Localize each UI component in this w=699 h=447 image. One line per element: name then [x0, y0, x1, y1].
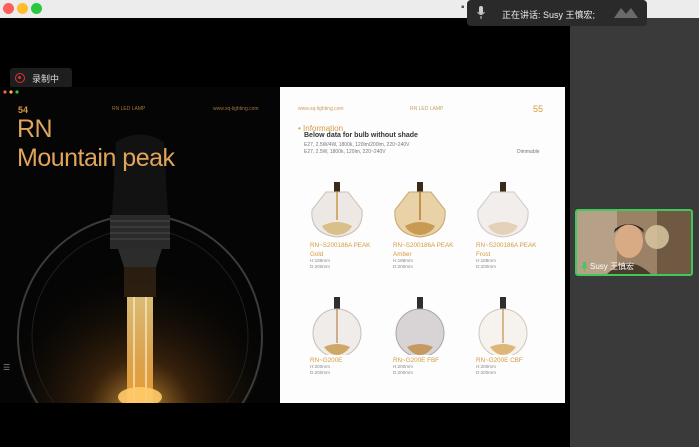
- speaking-text: 正在讲话: Susy 王慎宏;: [502, 10, 596, 20]
- product-name: RN~S200186A PEAK: [476, 242, 537, 249]
- product-name: RN~S200186A PEAK: [393, 242, 454, 249]
- product-diameter: D:200mm: [393, 263, 413, 269]
- product-name: RN~S200186A PEAK: [310, 242, 371, 249]
- product-card: RN~G200E FBF H:200mm D:200mm: [393, 297, 463, 375]
- minimize-window-button[interactable]: [17, 3, 28, 14]
- right-page-number: 55: [533, 104, 544, 114]
- recording-label: 录制中: [32, 74, 60, 84]
- product-name: RN~G200E CBF: [476, 357, 523, 364]
- product-name: RN~G200E: [310, 357, 343, 364]
- bulb-image-amber: [394, 182, 446, 238]
- product-variant: Gold: [310, 251, 324, 258]
- bulb-image-frost: [477, 182, 529, 238]
- product-name: RN~G200E FBF: [393, 357, 440, 364]
- bulb-image-g200e: [312, 297, 362, 355]
- participant-name-tag: Susy 王慎宏: [581, 261, 634, 272]
- slide-title: RN Mountain peak: [17, 115, 175, 173]
- slide-mini-dots-icon: [3, 90, 19, 94]
- bulb-image-gold: [311, 182, 363, 238]
- left-header-brand: RN LED LAMP: [112, 106, 146, 112]
- product-card: RN~S200186A PEAK Frost H:188mm D:200mm: [476, 182, 546, 269]
- right-header-brand: RN LED LAMP: [410, 106, 444, 112]
- active-speaker-banner: 正在讲话: Susy 王慎宏;: [467, 0, 647, 26]
- product-diameter: D:200mm: [476, 369, 496, 375]
- product-card: RN~S200186A PEAK Amber H:188mm D:200mm: [393, 182, 463, 269]
- bottom-black-area: [0, 403, 570, 447]
- app-logo-icon: [614, 8, 638, 18]
- product-card: RN~S200186A PEAK Gold H:188mm D:200mm: [310, 182, 380, 269]
- participant-video-tile[interactable]: Susy 王慎宏: [575, 209, 693, 276]
- product-variant: Frost: [476, 251, 491, 258]
- left-header-url: www.xq-lighting.com: [213, 106, 259, 112]
- slide-right-page: www.xq-lighting.com RN LED LAMP 55 • Inf…: [280, 87, 565, 403]
- bulb-image-g200e-fbf: [395, 297, 445, 355]
- participant-name: Susy 王慎宏: [590, 262, 635, 271]
- product-card: RN~G200E H:200mm D:200mm: [310, 297, 380, 375]
- record-icon: [15, 73, 25, 83]
- product-variant: Amber: [393, 251, 412, 258]
- close-window-button[interactable]: [3, 3, 14, 14]
- shared-slide: 54 RN LED LAMP www.xq-lighting.com RN Mo…: [0, 87, 570, 403]
- left-page-number: 54: [18, 105, 29, 115]
- right-header-url: www.xq-lighting.com: [298, 106, 344, 112]
- recording-indicator[interactable]: 录制中: [10, 68, 72, 88]
- info-subheading: Below data for bulb without shade: [304, 132, 418, 139]
- product-card: RN~G200E CBF H:200mm D:200mm: [476, 297, 546, 375]
- slide-title-line1: RN: [17, 115, 53, 143]
- meeting-window: ▪ 录制中 54 RN LED LAMP www.xq-lighting.com…: [0, 0, 699, 447]
- product-diameter: D:200mm: [476, 263, 496, 269]
- slide-title-line2: Mountain peak: [17, 144, 175, 172]
- slide-left-page: 54 RN LED LAMP www.xq-lighting.com RN Mo…: [0, 87, 280, 403]
- spec-line-1: E27, 2.5W/4W, 1800k, 120lm/200lm, 220~24…: [304, 142, 410, 148]
- microphone-icon: [581, 261, 588, 272]
- bulb-image-g200e-cbf: [478, 297, 528, 355]
- dimmable-label: Dimmable: [517, 149, 540, 155]
- product-diameter: D:200mm: [310, 369, 330, 375]
- spec-line-2: E27, 2.5W, 1800k, 120lm, 220~240V: [304, 149, 386, 155]
- product-diameter: D:200mm: [393, 369, 413, 375]
- menu-lines-icon[interactable]: ☰: [3, 363, 13, 373]
- zoom-window-button[interactable]: [31, 3, 42, 14]
- microphone-icon: [477, 6, 485, 19]
- product-diameter: D:200mm: [310, 263, 330, 269]
